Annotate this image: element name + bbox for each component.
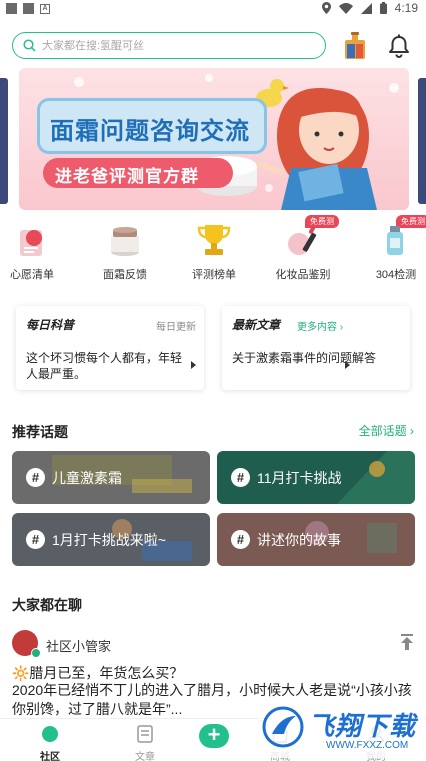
app-notification-icon: A <box>40 3 50 14</box>
search-icon <box>23 39 36 52</box>
play-arrow-icon[interactable] <box>345 361 350 369</box>
notification-icon <box>6 3 17 14</box>
create-post-button[interactable]: + <box>199 724 229 748</box>
hashtag-icon: # <box>26 468 45 487</box>
topic-card[interactable]: # 1月打卡挑战来啦~ <box>12 513 210 566</box>
status-time: 4:19 <box>394 1 418 15</box>
quick-item-rankings[interactable]: 评测榜单 <box>174 218 254 284</box>
quick-actions: 心愿清单 面霜反馈 评测榜单 免费测 化妆品鉴别 免费测 304检测 <box>0 215 426 284</box>
banner-title: 面霜问题咨询交流 <box>50 118 250 145</box>
quick-item-wishlist[interactable]: 心愿清单 <box>0 218 72 284</box>
search-input[interactable] <box>42 39 302 52</box>
pin-top-icon <box>401 634 413 650</box>
quick-item-label: 面霜反馈 <box>103 269 147 281</box>
all-topics-link[interactable]: 全部话题 › <box>359 422 414 439</box>
post-username[interactable]: 社区小管家 <box>46 636 111 655</box>
topic-label: 11月打卡挑战 <box>257 470 342 486</box>
hashtag-icon: # <box>231 468 250 487</box>
banner-subtitle: 进老爸评测官方群 <box>55 167 199 186</box>
signal-icon <box>360 2 372 14</box>
banner-carousel[interactable]: 面霜问题咨询交流 进老爸评测官方群 <box>0 68 426 210</box>
quick-item-cream-feedback[interactable]: 面霜反馈 <box>85 218 165 284</box>
quick-item-label: 化妆品鉴别 <box>275 269 331 281</box>
verified-badge-icon <box>31 648 41 658</box>
banner-prev-slide <box>0 78 8 204</box>
card-article-text[interactable]: 这个坏习惯每个人都有，年轻人最严重。 <box>26 350 186 382</box>
notification-icon <box>23 3 34 14</box>
post-title[interactable]: 🔆腊月已至，年货怎么买？ <box>12 663 183 683</box>
watermark-logo-icon <box>262 706 304 748</box>
banner-next-slide <box>418 78 426 204</box>
lipstick-icon <box>288 226 317 255</box>
notification-bell-icon[interactable] <box>388 34 410 58</box>
nav-tab-articles[interactable]: 文章 <box>105 719 185 761</box>
section-title-feed: 大家都在聊 <box>12 597 82 613</box>
daily-science-card[interactable]: 每日科普 每日更新 这个坏习惯每个人都有，年轻人最严重。 <box>16 306 204 390</box>
topic-label: 儿童激素霜 <box>52 470 122 486</box>
chevron-right-icon: › <box>410 424 414 438</box>
topic-card[interactable]: # 儿童激素霜 <box>12 451 210 504</box>
search-bar[interactable] <box>12 32 326 59</box>
banner-slide[interactable]: 面霜问题咨询交流 进老爸评测官方群 <box>19 68 409 210</box>
nav-label: 文章 <box>135 752 155 761</box>
gift-box-icon[interactable] <box>342 32 368 60</box>
trophy-icon <box>197 225 231 255</box>
article-icon <box>137 725 153 743</box>
quick-item-cosmetics-check[interactable]: 免费测 化妆品鉴别 <box>263 215 343 284</box>
wifi-icon <box>338 2 353 14</box>
quick-item-label: 心愿清单 <box>10 269 54 281</box>
battery-icon <box>379 2 387 14</box>
community-icon <box>42 726 58 742</box>
play-arrow-icon[interactable] <box>191 361 196 369</box>
card-more-link[interactable]: 每日更新 <box>156 318 196 333</box>
latest-articles-card[interactable]: 最新文章 更多内容 › 关于激素霜事件的问题解答 <box>222 306 410 390</box>
quick-item-label: 304检测 <box>375 269 417 281</box>
topic-card[interactable]: # 讲述你的故事 <box>217 513 415 566</box>
cream-jar-icon <box>111 227 139 256</box>
status-bar: A 4:19 <box>0 0 426 17</box>
topic-card[interactable]: # 11月打卡挑战 <box>217 451 415 504</box>
card-title: 最新文章 <box>232 318 281 332</box>
watermark-url: WWW.FXXZ.COM <box>326 740 409 751</box>
watermark-title: 飞翔下载 <box>308 711 417 741</box>
nav-label: 社区 <box>40 752 60 761</box>
topic-label: 1月打卡挑战来啦~ <box>52 532 166 548</box>
hashtag-icon: # <box>26 530 45 549</box>
section-title-topics: 推荐话题 <box>12 424 68 440</box>
spray-bottle-icon <box>387 226 403 255</box>
location-icon <box>321 2 331 14</box>
site-watermark: 飞翔下载 WWW.FXXZ.COM <box>258 702 424 758</box>
card-more-link[interactable]: 更多内容 › <box>297 318 343 333</box>
wishlist-icon <box>20 230 42 256</box>
card-title: 每日科普 <box>26 318 75 332</box>
nav-tab-community[interactable]: 社区 <box>10 719 90 761</box>
hashtag-icon: # <box>231 530 250 549</box>
topic-label: 讲述你的故事 <box>257 532 341 548</box>
quick-item-label: 评测榜单 <box>192 269 236 281</box>
quick-item-304-test[interactable]: 免费测 304检测 <box>356 215 426 284</box>
chevron-right-icon: › <box>339 322 344 333</box>
card-article-text[interactable]: 关于激素霜事件的问题解答 <box>232 350 392 366</box>
